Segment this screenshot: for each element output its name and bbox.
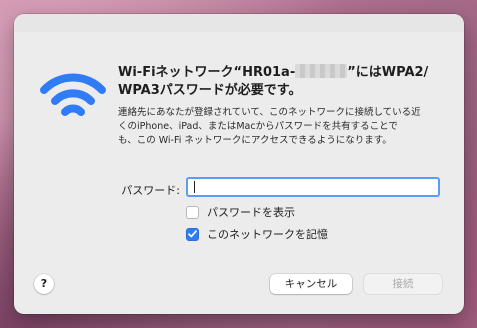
- help-button[interactable]: ?: [34, 274, 54, 294]
- text-cursor: [194, 181, 195, 193]
- password-label: パスワード:: [121, 184, 180, 197]
- description-line: くのiPhone、iPad、またはMacからパスワードを共有することで: [118, 121, 398, 132]
- password-input[interactable]: [186, 177, 440, 197]
- remember-network-row[interactable]: このネットワークを記憶: [186, 226, 328, 242]
- description-line: 連絡先にあなたが登録されていて、このネットワークに接続している近: [118, 107, 421, 118]
- cancel-button[interactable]: キャンセル: [270, 274, 352, 294]
- show-password-row[interactable]: パスワードを表示: [186, 204, 295, 220]
- redacted-network-name: [295, 64, 348, 78]
- title-text-part2: ”にはWPA2/: [347, 65, 429, 80]
- show-password-label[interactable]: パスワードを表示: [207, 204, 295, 220]
- dialog-title: Wi-Fiネットワーク“HR01a- ”にはWPA2/ WPA3パスワードが必要で…: [118, 64, 438, 100]
- title-text-part1: Wi-Fiネットワーク“HR01a-: [118, 65, 296, 80]
- wifi-icon: [38, 66, 108, 128]
- show-password-checkbox[interactable]: [186, 205, 199, 219]
- dialog-description: 連絡先にあなたが登録されていて、このネットワークに接続している近 くのiPhon…: [118, 106, 448, 148]
- remember-network-label[interactable]: このネットワークを記憶: [207, 226, 328, 242]
- checkmark-icon: [188, 230, 197, 238]
- wifi-password-dialog: Wi-Fiネットワーク“HR01a- ”にはWPA2/ WPA3パスワードが必要で…: [14, 14, 464, 314]
- connect-button[interactable]: 接続: [364, 274, 442, 294]
- description-line: も、この Wi-Fi ネットワークにアクセスできるようになります。: [118, 135, 392, 146]
- remember-network-checkbox[interactable]: [186, 227, 199, 241]
- title-text-line2: WPA3パスワードが必要です。: [118, 83, 302, 98]
- dialog-titlebar: [14, 14, 464, 32]
